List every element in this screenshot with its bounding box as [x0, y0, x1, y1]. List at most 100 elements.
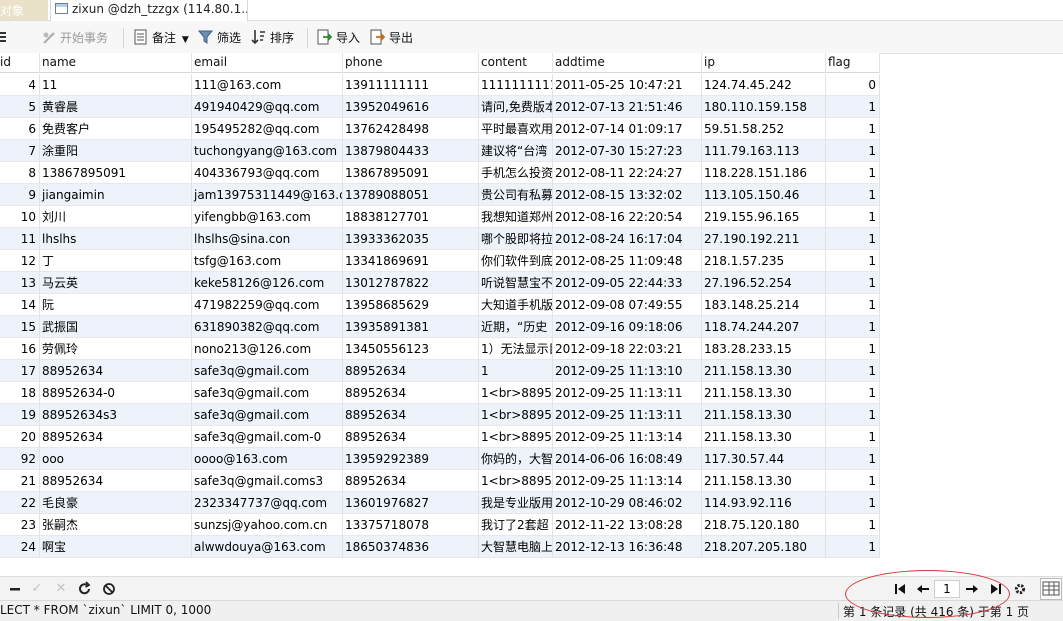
cell-ip[interactable]: 113.105.150.46 — [702, 184, 826, 206]
cell-phone[interactable]: 18650374836 — [343, 536, 479, 558]
cell-email[interactable]: safe3q@gmail.coms3 — [192, 470, 343, 492]
cell-email[interactable]: sunzsj@yahoo.com.cn — [192, 514, 343, 536]
cell-id[interactable]: 21 — [0, 470, 40, 492]
cell-email[interactable]: safe3q@gmail.com — [192, 404, 343, 426]
cell-name[interactable]: 张嗣杰 — [40, 514, 192, 536]
table-row[interactable]: 20 88952634 safe3q@gmail.com-0 88952634 … — [0, 426, 880, 448]
cell-flag[interactable]: 1 — [826, 360, 880, 382]
cell-phone[interactable]: 13952049616 — [343, 96, 479, 118]
cell-flag[interactable]: 1 — [826, 228, 880, 250]
table-row[interactable]: 12 丁 tsfg@163.com 13341869691 你们软件到底 201… — [0, 250, 880, 272]
cell-addtime[interactable]: 2012-09-25 11:13:10 — [553, 360, 702, 382]
cell-phone[interactable]: 88952634 — [343, 426, 479, 448]
cell-name[interactable]: ooo — [40, 448, 192, 470]
cell-flag[interactable]: 1 — [826, 514, 880, 536]
table-row[interactable]: 16 劳佩玲 nono213@126.com 13450556123 1）无法显… — [0, 338, 880, 360]
cell-ip[interactable]: 211.158.13.30 — [702, 426, 826, 448]
cell-id[interactable]: 92 — [0, 448, 40, 470]
first-page-icon[interactable] — [891, 580, 909, 598]
import-button[interactable]: 导入 — [317, 29, 360, 47]
cell-ip[interactable]: 118.228.151.186 — [702, 162, 826, 184]
cell-name[interactable]: 11 — [40, 74, 192, 96]
cell-addtime[interactable]: 2012-09-25 11:13:11 — [553, 404, 702, 426]
cell-email[interactable]: lhslhs@sina.con — [192, 228, 343, 250]
cell-name[interactable]: 免费客户 — [40, 118, 192, 140]
cell-content[interactable]: 听说智慧宝不 — [479, 272, 553, 294]
filter-button[interactable]: 筛选 — [197, 29, 241, 47]
cell-phone[interactable]: 13879804433 — [343, 140, 479, 162]
next-page-icon[interactable] — [963, 580, 981, 598]
cell-id[interactable]: 22 — [0, 492, 40, 514]
cell-content[interactable]: 贵公司有私募 — [479, 184, 553, 206]
table-row[interactable]: 18 88952634-0 safe3q@gmail.com 88952634 … — [0, 382, 880, 404]
cell-addtime[interactable]: 2012-09-08 07:49:55 — [553, 294, 702, 316]
cell-ip[interactable]: 117.30.57.44 — [702, 448, 826, 470]
cell-phone[interactable]: 13935891381 — [343, 316, 479, 338]
cell-id[interactable]: 6 — [0, 118, 40, 140]
cell-ip[interactable]: 211.158.13.30 — [702, 404, 826, 426]
table-row[interactable]: 7 涂重阳 tuchongyang@163.com 13879804433 建议… — [0, 140, 880, 162]
cell-id[interactable]: 19 — [0, 404, 40, 426]
table-row[interactable]: 13 马云英 keke58126@126.com 13012787822 听说智… — [0, 272, 880, 294]
table-row[interactable]: 6 免费客户 195495282@qq.com 13762428498 平时最喜… — [0, 118, 880, 140]
cell-addtime[interactable]: 2012-08-16 22:20:54 — [553, 206, 702, 228]
cell-email[interactable]: alwwdouya@163.com — [192, 536, 343, 558]
column-header-addtime[interactable]: addtime — [553, 53, 702, 73]
cell-phone[interactable]: 13341869691 — [343, 250, 479, 272]
table-row[interactable]: 15 武振国 631890382@qq.com 13935891381 近期，“… — [0, 316, 880, 338]
cell-ip[interactable]: 183.28.233.15 — [702, 338, 826, 360]
cell-flag[interactable]: 1 — [826, 162, 880, 184]
cell-content[interactable]: 我是专业版用 — [479, 492, 553, 514]
page-number-input[interactable]: 1 — [934, 580, 960, 598]
cell-ip[interactable]: 218.1.57.235 — [702, 250, 826, 272]
cell-id[interactable]: 5 — [0, 96, 40, 118]
discard-changes-icon[interactable]: ✕ — [52, 580, 70, 598]
cell-flag[interactable]: 1 — [826, 448, 880, 470]
cell-phone[interactable]: 88952634 — [343, 470, 479, 492]
apply-changes-icon[interactable]: ✓ — [28, 580, 46, 598]
cell-id[interactable]: 13 — [0, 272, 40, 294]
cell-name[interactable]: 毛良豪 — [40, 492, 192, 514]
cell-content[interactable]: 大智慧电脑上 — [479, 536, 553, 558]
cell-name[interactable]: 阮 — [40, 294, 192, 316]
cell-email[interactable]: oooo@163.com — [192, 448, 343, 470]
cell-flag[interactable]: 1 — [826, 294, 880, 316]
cell-id[interactable]: 14 — [0, 294, 40, 316]
cell-content[interactable]: 大知道手机版 — [479, 294, 553, 316]
cell-email[interactable]: 404336793@qq.com — [192, 162, 343, 184]
cell-flag[interactable]: 1 — [826, 404, 880, 426]
cell-addtime[interactable]: 2012-08-25 11:09:48 — [553, 250, 702, 272]
cell-ip[interactable]: 59.51.58.252 — [702, 118, 826, 140]
cell-phone[interactable]: 13601976827 — [343, 492, 479, 514]
table-row[interactable]: 4 11 111@163.com 13911111111 1111111111 … — [0, 74, 880, 96]
cell-id[interactable]: 10 — [0, 206, 40, 228]
cell-content[interactable]: 1）无法显示目 — [479, 338, 553, 360]
previous-page-icon[interactable] — [914, 580, 932, 598]
cell-addtime[interactable]: 2012-09-16 09:18:06 — [553, 316, 702, 338]
cell-name[interactable]: 刘川 — [40, 206, 192, 228]
cell-flag[interactable]: 1 — [826, 536, 880, 558]
table-row[interactable]: 9 jiangaimin jam13975311449@163.co 13789… — [0, 184, 880, 206]
table-row[interactable]: 5 黄睿晨 491940429@qq.com 13952049616 请问,免费… — [0, 96, 880, 118]
cell-email[interactable]: jam13975311449@163.co — [192, 184, 343, 206]
cell-id[interactable]: 4 — [0, 74, 40, 96]
cell-phone[interactable]: 13762428498 — [343, 118, 479, 140]
cell-flag[interactable]: 1 — [826, 338, 880, 360]
cell-name[interactable]: 黄睿晨 — [40, 96, 192, 118]
cell-content[interactable]: 近期，“历史 — [479, 316, 553, 338]
cell-addtime[interactable]: 2012-10-29 08:46:02 — [553, 492, 702, 514]
cell-content[interactable]: 哪个股即将拉 — [479, 228, 553, 250]
cell-addtime[interactable]: 2012-09-25 11:13:14 — [553, 426, 702, 448]
column-header-flag[interactable]: flag — [826, 53, 880, 73]
cell-flag[interactable]: 1 — [826, 118, 880, 140]
cell-name[interactable]: 88952634 — [40, 470, 192, 492]
cell-content[interactable]: 你们软件到底 — [479, 250, 553, 272]
cell-ip[interactable]: 219.155.96.165 — [702, 206, 826, 228]
cell-phone[interactable]: 88952634 — [343, 360, 479, 382]
table-row[interactable]: 19 88952634s3 safe3q@gmail.com 88952634 … — [0, 404, 880, 426]
cell-name[interactable]: 丁 — [40, 250, 192, 272]
cell-content[interactable]: 请问,免费版本 — [479, 96, 553, 118]
cell-email[interactable]: yifengbb@163.com — [192, 206, 343, 228]
cell-email[interactable]: safe3q@gmail.com — [192, 360, 343, 382]
cell-content[interactable]: 1<br>88952 — [479, 382, 553, 404]
